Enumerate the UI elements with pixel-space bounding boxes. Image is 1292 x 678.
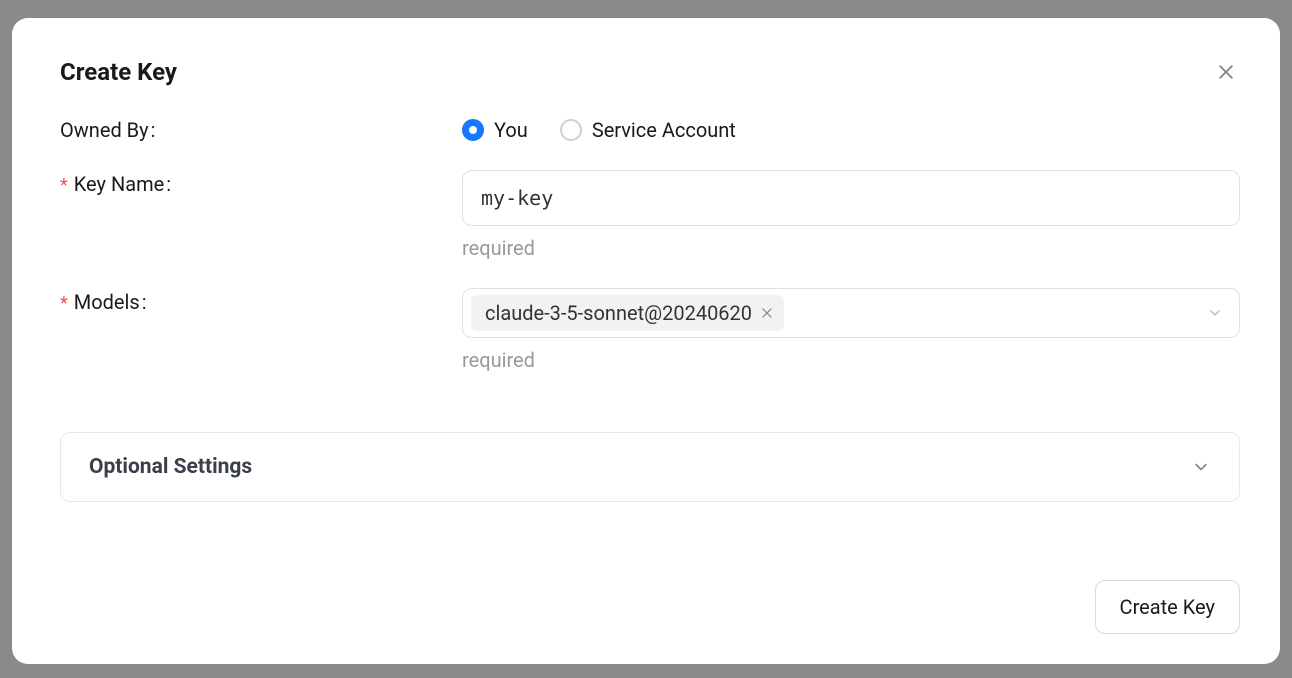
key-name-row: * Key Name: required	[60, 170, 1240, 260]
close-button[interactable]	[1212, 58, 1240, 86]
model-tag-remove[interactable]	[760, 306, 774, 320]
optional-settings-header[interactable]: Optional Settings	[61, 433, 1239, 501]
owned-by-control: You Service Account	[462, 116, 1240, 142]
owned-by-label: Owned By:	[60, 116, 462, 142]
radio-you[interactable]: You	[462, 118, 528, 142]
model-tag: claude-3-5-sonnet@20240620	[471, 295, 784, 331]
chevron-down-icon	[1191, 457, 1211, 477]
create-key-modal: Create Key Owned By: You	[12, 18, 1280, 664]
owned-by-radio-group: You Service Account	[462, 116, 1240, 142]
models-helper: required	[462, 348, 1240, 372]
form-body: Owned By: You Service Account * K	[60, 116, 1240, 560]
model-tag-label: claude-3-5-sonnet@20240620	[485, 301, 752, 325]
create-key-button[interactable]: Create Key	[1095, 580, 1240, 634]
optional-settings-title: Optional Settings	[89, 455, 252, 479]
modal-footer: Create Key	[60, 580, 1240, 634]
modal-title: Create Key	[60, 58, 177, 86]
models-row: * Models: claude-3-5-sonnet@20240620	[60, 288, 1240, 372]
key-name-input[interactable]	[462, 170, 1240, 226]
radio-service-account[interactable]: Service Account	[560, 118, 736, 142]
chevron-down-icon	[1207, 305, 1223, 321]
key-name-helper: required	[462, 236, 1240, 260]
radio-you-label: You	[494, 118, 528, 142]
key-name-control: required	[462, 170, 1240, 260]
models-select[interactable]: claude-3-5-sonnet@20240620	[462, 288, 1240, 338]
close-icon	[760, 306, 774, 320]
radio-circle-icon	[560, 119, 582, 141]
owned-by-row: Owned By: You Service Account	[60, 116, 1240, 142]
optional-settings-panel: Optional Settings	[60, 432, 1240, 502]
modal-header: Create Key	[60, 58, 1240, 86]
models-label: * Models:	[60, 288, 462, 314]
radio-circle-icon	[462, 119, 484, 141]
radio-service-label: Service Account	[592, 118, 736, 142]
close-icon	[1216, 62, 1236, 82]
models-control: claude-3-5-sonnet@20240620	[462, 288, 1240, 372]
key-name-label: * Key Name:	[60, 170, 462, 196]
